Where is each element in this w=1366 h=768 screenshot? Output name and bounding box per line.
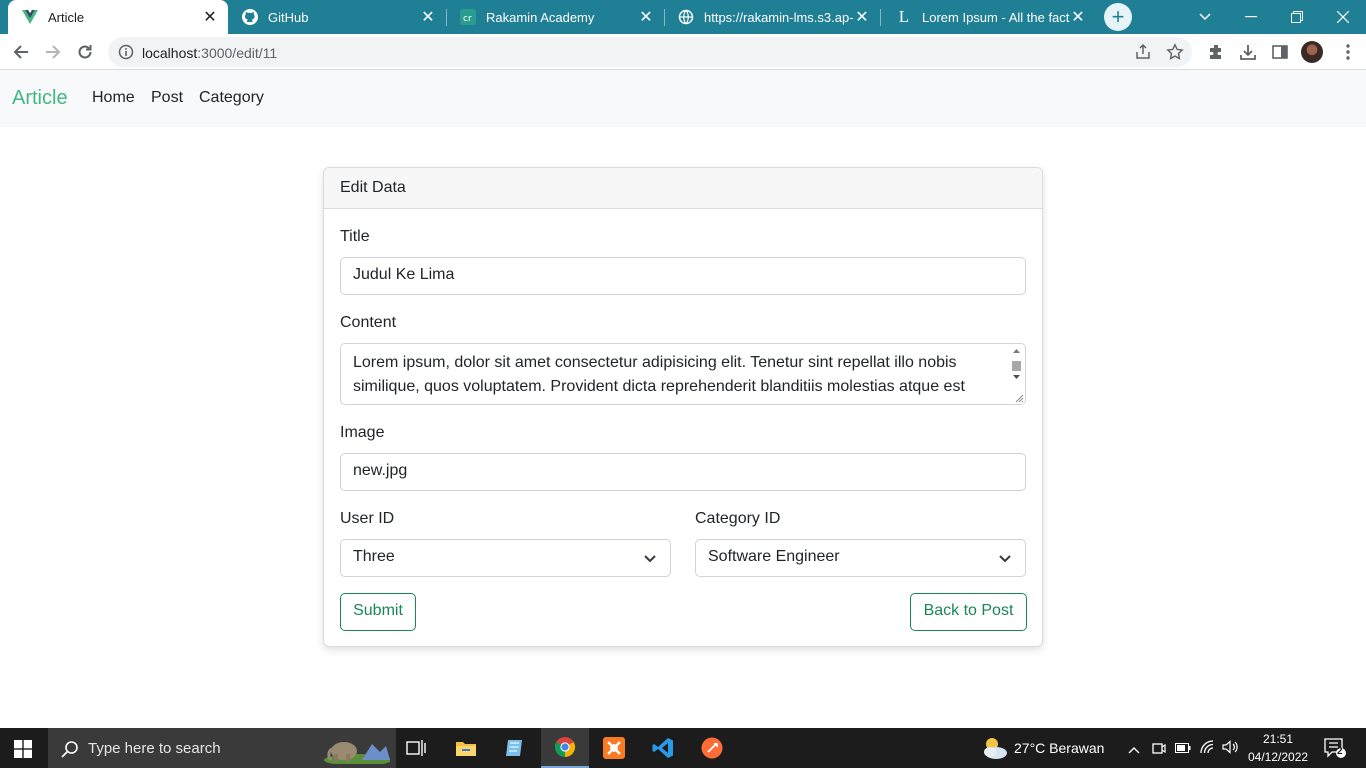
postman-icon[interactable] — [688, 728, 736, 768]
tab-separator — [880, 9, 881, 26]
weather-cloud-icon[interactable] — [980, 735, 1008, 766]
search-highlight-icon — [318, 734, 392, 768]
tab-article[interactable]: Article ✕ — [8, 0, 228, 34]
volume-icon[interactable] — [1222, 740, 1238, 759]
search-placeholder: Type here to search — [88, 740, 221, 757]
user-id-value: Three — [353, 548, 395, 565]
address-bar[interactable]: localhost:3000/edit/11 — [108, 37, 1192, 67]
browser-toolbar: localhost:3000/edit/11 — [0, 34, 1366, 70]
restore-button[interactable] — [1274, 0, 1320, 34]
url-text: localhost:3000/edit/11 — [142, 45, 277, 61]
extensions-icon[interactable] — [1206, 42, 1226, 62]
card-header: Edit Data — [324, 168, 1042, 209]
task-view-icon[interactable] — [392, 728, 440, 768]
forward-button[interactable] — [40, 39, 66, 65]
download-icon[interactable] — [1238, 42, 1258, 62]
category-id-label: Category ID — [695, 510, 781, 527]
tab-search-chevron-icon[interactable] — [1182, 0, 1228, 34]
close-tab-icon[interactable]: ✕ — [1070, 7, 1086, 27]
more-menu-icon[interactable] — [1338, 42, 1358, 62]
submit-button[interactable]: Submit — [340, 593, 416, 631]
tab-title: GitHub — [268, 9, 309, 25]
app-navbar: Article Home Post Category — [0, 70, 1366, 127]
weather-text[interactable]: 27°C Berawan — [1014, 740, 1104, 756]
site-info-icon[interactable] — [118, 44, 134, 60]
user-id-label: User ID — [340, 510, 395, 527]
clock-time[interactable]: 21:51 — [1263, 732, 1293, 746]
image-label: Image — [340, 424, 385, 441]
notification-badge: 2 — [1337, 746, 1343, 757]
tab-rakamin[interactable]: cr Rakamin Academy ✕ — [446, 0, 664, 34]
chevron-down-icon — [642, 550, 658, 566]
close-window-button[interactable] — [1320, 0, 1366, 34]
vue-icon — [22, 9, 38, 25]
github-icon — [242, 9, 258, 25]
nav-home[interactable]: Home — [92, 89, 135, 107]
vscode-icon[interactable] — [639, 728, 687, 768]
tab-github[interactable]: GitHub ✕ — [228, 0, 446, 34]
back-to-post-button[interactable]: Back to Post — [910, 593, 1027, 631]
share-icon[interactable] — [1134, 43, 1152, 61]
browser-tab-strip: Article ✕ GitHub ✕ cr Rakamin Academy ✕ … — [0, 0, 1366, 34]
taskbar-search-box[interactable]: Type here to search — [48, 728, 396, 768]
chevron-down-icon — [997, 550, 1013, 566]
tray-overflow-chevron-icon[interactable] — [1128, 741, 1140, 759]
file-explorer-icon[interactable] — [442, 728, 490, 768]
windows-taskbar: Type here to search 27°C Berawan 21:51 0… — [0, 728, 1366, 768]
close-tab-icon[interactable]: ✕ — [854, 7, 870, 27]
title-input[interactable]: Judul Ke Lima — [340, 257, 1026, 295]
image-input[interactable]: new.jpg — [340, 453, 1026, 491]
nav-post[interactable]: Post — [151, 89, 183, 107]
side-panel-icon[interactable] — [1270, 42, 1290, 62]
user-id-select[interactable]: Three — [340, 539, 671, 577]
minimize-button[interactable] — [1228, 0, 1274, 34]
tab-title: Article — [48, 9, 85, 25]
globe-icon — [678, 9, 694, 25]
textarea-scrollbar[interactable] — [1008, 344, 1025, 404]
chrome-app-icon[interactable] — [541, 728, 589, 768]
category-id-value: Software Engineer — [708, 548, 840, 565]
content-textarea[interactable]: Lorem ipsum, dolor sit amet consectetur … — [340, 343, 1026, 405]
brand-link[interactable]: Article — [12, 87, 68, 110]
tab-title: Lorem Ipsum - All the facts - — [922, 9, 1070, 25]
svg-text:cr: cr — [463, 14, 472, 24]
close-tab-icon[interactable]: ✕ — [202, 7, 218, 27]
tab-rakamin-lms[interactable]: https://rakamin-lms.s3.ap-so ✕ — [664, 0, 880, 34]
windows-start-icon[interactable] — [14, 740, 32, 758]
reload-button[interactable] — [72, 39, 98, 65]
category-id-select[interactable]: Software Engineer — [695, 539, 1026, 577]
tab-title: https://rakamin-lms.s3.ap-so — [704, 9, 854, 25]
xampp-icon[interactable] — [590, 728, 638, 768]
new-tab-button[interactable]: + — [1104, 3, 1132, 31]
title-label: Title — [340, 228, 370, 245]
url-path: :3000/edit/11 — [197, 45, 278, 61]
wifi-icon[interactable] — [1200, 740, 1216, 759]
battery-icon[interactable] — [1175, 741, 1191, 759]
url-host: localhost — [142, 45, 198, 61]
tab-title: Rakamin Academy — [486, 9, 595, 25]
edit-card: Edit Data Title Judul Ke Lima Content Lo… — [323, 167, 1043, 647]
profile-avatar[interactable] — [1301, 41, 1323, 63]
meet-now-icon[interactable] — [1152, 740, 1166, 761]
clock-date[interactable]: 04/12/2022 — [1248, 750, 1308, 764]
content-text: Lorem ipsum, dolor sit amet consectetur … — [353, 354, 965, 395]
tab-lorem-ipsum[interactable]: L Lorem Ipsum - All the facts - ✕ — [882, 0, 1096, 34]
search-icon — [60, 739, 80, 759]
bookmark-star-icon[interactable] — [1166, 43, 1184, 61]
close-tab-icon[interactable]: ✕ — [420, 7, 436, 27]
close-tab-icon[interactable]: ✕ — [638, 7, 654, 27]
nav-category[interactable]: Category — [199, 89, 264, 107]
lipsum-icon: L — [898, 7, 910, 26]
back-button[interactable] — [8, 39, 34, 65]
notes-app-icon[interactable] — [491, 728, 539, 768]
rakamin-icon: cr — [460, 9, 476, 25]
content-label: Content — [340, 314, 397, 331]
